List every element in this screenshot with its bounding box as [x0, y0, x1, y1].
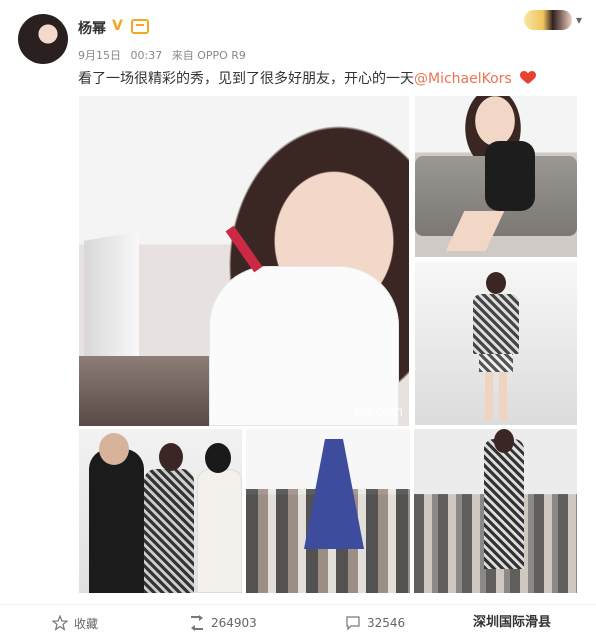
photo-sofa[interactable] — [415, 96, 577, 257]
post-meta: 9月15日 00:37 来自 OPPO R9 — [78, 47, 252, 63]
white-shirt — [209, 266, 399, 426]
repost-count: 264903 — [211, 616, 257, 630]
comment-icon — [346, 616, 360, 631]
heart-emoji-icon — [520, 71, 537, 84]
mini-avatar[interactable] — [523, 10, 572, 30]
photo-group[interactable] — [79, 429, 242, 593]
post-text-main: 看了一场很精彩的秀，见到了很多好朋友，开心的一天 — [78, 71, 414, 87]
lipstick — [225, 225, 263, 273]
top-right-controls: ▾ — [523, 10, 582, 30]
divider — [0, 604, 596, 605]
mention-link[interactable]: @MichaelKors — [414, 71, 512, 87]
model-figure — [484, 439, 524, 569]
photo-show-seat[interactable] — [414, 429, 577, 593]
post-text: 看了一场很精彩的秀，见到了很多好朋友，开心的一天@MichaelKors — [78, 68, 537, 88]
repost-button[interactable]: 264903 — [189, 614, 257, 632]
photo-runway[interactable] — [246, 429, 410, 593]
chevron-down-icon[interactable]: ▾ — [576, 13, 582, 27]
woman-figure — [144, 469, 194, 593]
woman2-figure — [197, 469, 242, 593]
username[interactable]: 杨幂 — [78, 18, 106, 38]
post-date[interactable]: 9月15日 — [78, 49, 121, 62]
photo-standing[interactable] — [415, 262, 577, 425]
standing-figure — [473, 272, 519, 422]
comment-count: 32546 — [367, 616, 406, 630]
corner-brand: 深圳国际滑县 — [473, 615, 552, 630]
post-source: 来自 OPPO R9 — [171, 49, 246, 62]
member-badge-icon — [131, 19, 149, 34]
man-figure — [89, 449, 144, 593]
vanity-table — [79, 356, 229, 426]
photo-main[interactable]: bo.com — [79, 96, 409, 426]
star-icon — [52, 615, 68, 631]
repost-icon — [191, 615, 203, 631]
image-watermark: bo.com — [355, 405, 403, 420]
avatar[interactable] — [18, 14, 68, 64]
black-sweater — [485, 141, 535, 211]
favorite-label: 收藏 — [74, 616, 99, 631]
favorite-button[interactable]: 收藏 — [52, 614, 98, 632]
post-time[interactable]: 00:37 — [131, 49, 163, 62]
comment-button[interactable]: 32546 — [345, 614, 405, 632]
verified-v-icon: V — [112, 18, 123, 34]
